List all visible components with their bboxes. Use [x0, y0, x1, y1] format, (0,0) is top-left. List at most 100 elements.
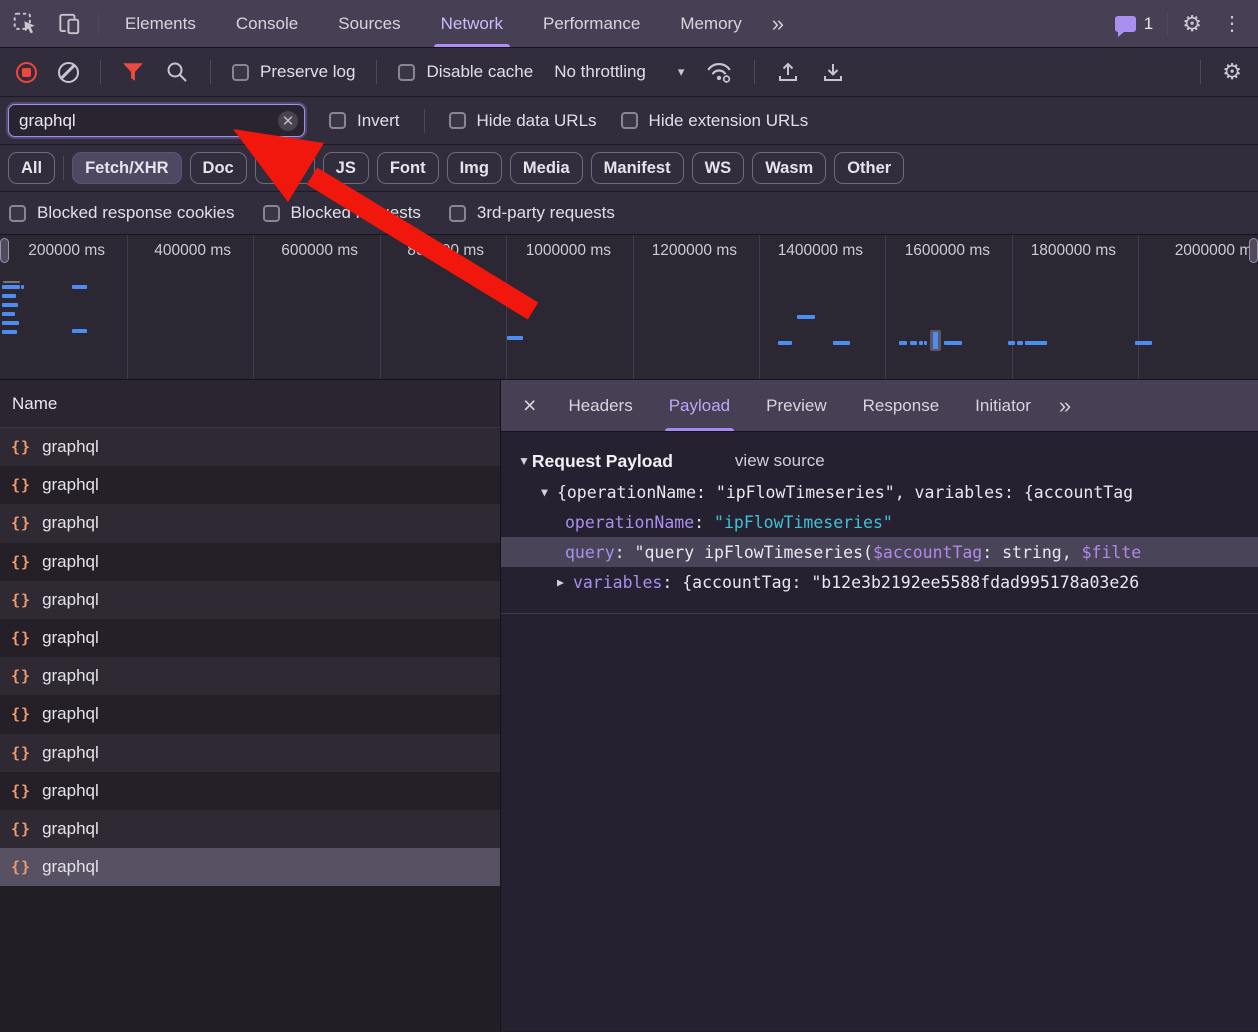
filter-checkbox-hide-data-urls[interactable]: Hide data URLs: [449, 111, 597, 131]
divider: [754, 60, 755, 84]
type-chip-img[interactable]: Img: [447, 152, 502, 184]
table-row[interactable]: {}graphql: [0, 504, 500, 542]
timeline-request-bar: [910, 341, 917, 345]
table-row[interactable]: {}graphql: [0, 581, 500, 619]
xhr-icon: {}: [11, 667, 31, 685]
network-conditions-icon[interactable]: [705, 60, 733, 84]
name-column-header[interactable]: Name: [0, 380, 500, 428]
table-row[interactable]: {}graphql: [0, 848, 500, 886]
disable-cache-checkbox[interactable]: Disable cache: [398, 62, 533, 82]
payload-section-header[interactable]: ▼ Request Payload view source: [501, 445, 1258, 477]
type-chip-js[interactable]: JS: [323, 152, 369, 184]
type-chip-doc[interactable]: Doc: [190, 152, 247, 184]
request-name: graphql: [42, 437, 99, 457]
active-tab-underline: [434, 44, 510, 47]
export-har-icon[interactable]: [821, 60, 845, 84]
checkbox-label: Preserve log: [260, 62, 355, 82]
settings-gear-icon[interactable]: ⚙: [1182, 13, 1202, 35]
table-row[interactable]: {}graphql: [0, 810, 500, 848]
filter-checkbox-invert[interactable]: Invert: [329, 111, 400, 131]
table-row[interactable]: {}graphql: [0, 466, 500, 504]
inspect-element-icon[interactable]: [12, 11, 38, 37]
request-filter-3rd-party-requests[interactable]: 3rd-party requests: [449, 203, 615, 223]
details-tab-headers[interactable]: Headers: [564, 380, 636, 431]
payload-text: "ipFlowTimeseries": [714, 513, 893, 532]
requests-list: {}graphql{}graphql{}graphql{}graphql{}gr…: [0, 428, 500, 886]
timeline-range-handle[interactable]: [1249, 238, 1258, 263]
details-tab-payload[interactable]: Payload: [665, 380, 734, 431]
search-icon[interactable]: [165, 60, 189, 84]
type-chip-media[interactable]: Media: [510, 152, 583, 184]
import-har-icon[interactable]: [776, 60, 800, 84]
type-chip-all[interactable]: All: [8, 152, 55, 184]
request-name: graphql: [42, 857, 99, 877]
details-tabs: Headers Payload Preview Response Initiator: [550, 380, 1048, 431]
timeline-request-bar: [778, 341, 792, 345]
tab-console[interactable]: Console: [231, 0, 303, 47]
close-details-icon[interactable]: ×: [509, 380, 550, 431]
type-chip-wasm[interactable]: Wasm: [752, 152, 826, 184]
type-chip-fetch-xhr[interactable]: Fetch/XHR: [72, 152, 181, 184]
details-tab-initiator[interactable]: Initiator: [971, 380, 1035, 431]
tree-expand-icon[interactable]: ▼: [541, 485, 548, 499]
payload-line[interactable]: ▶variables: {accountTag: "b12e3b2192ee55…: [501, 567, 1258, 597]
payload-line[interactable]: ▼ {operationName: "ipFlowTimeseries", var…: [501, 477, 1258, 507]
table-row[interactable]: {}graphql: [0, 619, 500, 657]
network-overview-timeline[interactable]: 200000 ms400000 ms600000 ms800000 ms1000…: [0, 235, 1258, 380]
payload-text: operationName: [565, 513, 694, 532]
network-settings-gear-icon[interactable]: ⚙: [1222, 61, 1242, 83]
checkbox-label: Disable cache: [426, 62, 533, 82]
details-tab-preview[interactable]: Preview: [762, 380, 830, 431]
divider: [63, 156, 64, 180]
payload-text: query: [565, 543, 615, 562]
device-toolbar-icon[interactable]: [56, 11, 82, 37]
payload-title: Request Payload: [532, 451, 673, 472]
tab-network[interactable]: Network: [436, 0, 508, 47]
filter-checkbox-hide-extension-urls[interactable]: Hide extension URLs: [621, 111, 809, 131]
issues-counter[interactable]: 1: [1115, 14, 1153, 34]
type-chip-manifest[interactable]: Manifest: [591, 152, 684, 184]
details-tab-response[interactable]: Response: [859, 380, 944, 431]
checkbox-box: [398, 64, 415, 81]
tab-performance[interactable]: Performance: [538, 0, 645, 47]
table-row[interactable]: {}graphql: [0, 772, 500, 810]
view-source-link[interactable]: view source: [735, 451, 825, 471]
timeline-request-bar: [2, 303, 18, 307]
throttling-dropdown[interactable]: No throttling ▾: [554, 62, 684, 82]
tab-elements[interactable]: Elements: [120, 0, 201, 47]
more-details-tabs-icon[interactable]: »: [1049, 393, 1079, 419]
clear-network-log-button[interactable]: [58, 62, 79, 83]
request-name: graphql: [42, 743, 99, 763]
kebab-menu-icon[interactable]: ⋮: [1216, 11, 1248, 36]
filter-input[interactable]: [9, 111, 278, 131]
table-row[interactable]: {}graphql: [0, 657, 500, 695]
type-chip-ws[interactable]: WS: [692, 152, 745, 184]
table-row[interactable]: {}graphql: [0, 734, 500, 772]
type-chip-css[interactable]: CSS: [255, 152, 315, 184]
timeline-tick-label: 2000000 ms: [1100, 242, 1258, 260]
tab-memory[interactable]: Memory: [675, 0, 746, 47]
table-row[interactable]: {}graphql: [0, 543, 500, 581]
payload-text: :: [694, 513, 714, 532]
checkbox-box: [449, 205, 466, 222]
filter-icon[interactable]: [122, 62, 144, 82]
request-filter-blocked-requests[interactable]: Blocked requests: [263, 203, 421, 223]
timeline-request-bar: [72, 329, 87, 333]
payload-line[interactable]: operationName: "ipFlowTimeseries": [501, 507, 1258, 537]
tab-sources[interactable]: Sources: [333, 0, 405, 47]
type-chip-other[interactable]: Other: [834, 152, 904, 184]
record-network-log-button[interactable]: [16, 62, 37, 83]
tree-expand-icon[interactable]: ▶: [557, 575, 564, 589]
clear-filter-icon[interactable]: ✕: [278, 111, 298, 131]
timeline-request-bar: [2, 285, 20, 289]
preserve-log-checkbox[interactable]: Preserve log: [232, 62, 355, 82]
more-panels-icon[interactable]: »: [762, 11, 792, 37]
request-filter-blocked-response-cookies[interactable]: Blocked response cookies: [9, 203, 235, 223]
table-row[interactable]: {}graphql: [0, 695, 500, 733]
payload-line[interactable]: query: "query ipFlowTimeseries($accountT…: [501, 537, 1258, 567]
xhr-icon: {}: [11, 591, 31, 609]
timeline-range-handle[interactable]: [0, 238, 9, 263]
payload-text: {operationName: "ipFlowTimeseries", vari…: [557, 483, 1133, 502]
table-row[interactable]: {}graphql: [0, 428, 500, 466]
type-chip-font[interactable]: Font: [377, 152, 439, 184]
